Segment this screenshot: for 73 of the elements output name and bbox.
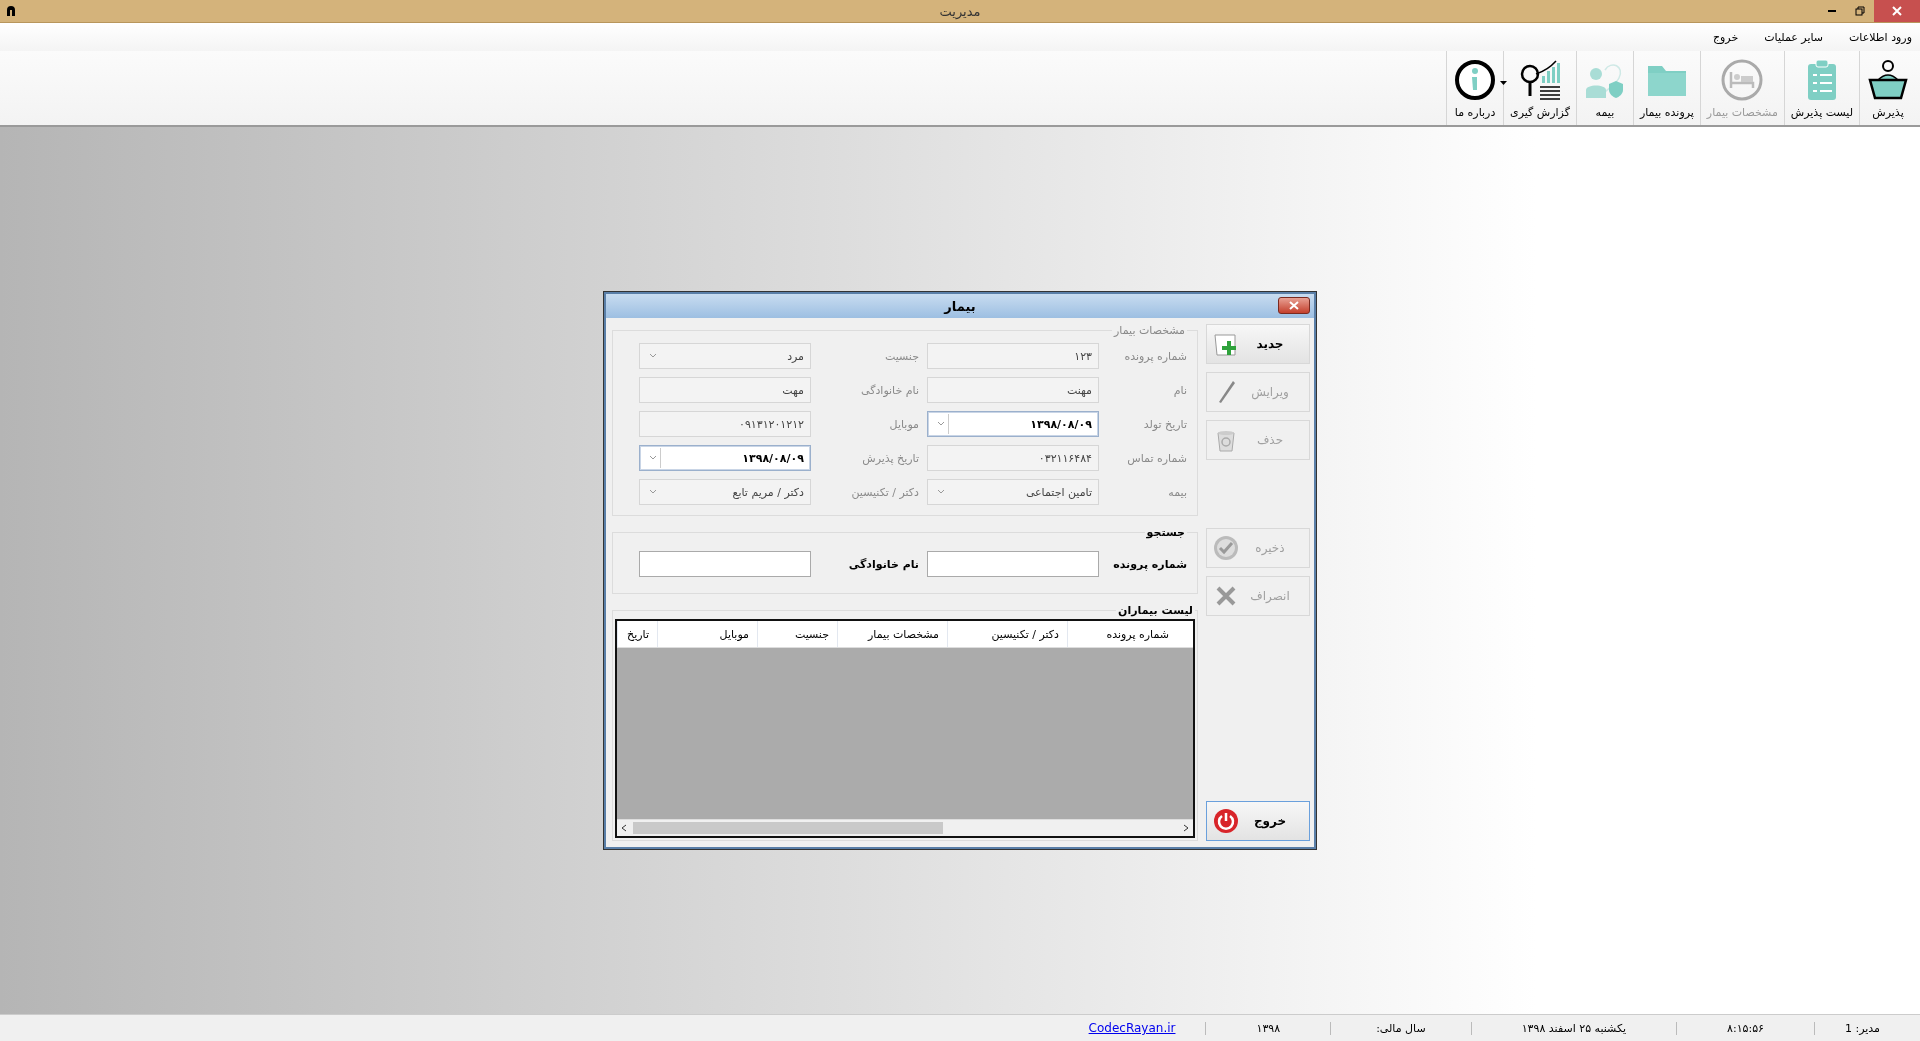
field-label: شماره پرونده <box>1123 349 1187 363</box>
receptionist-icon <box>1866 58 1910 102</box>
field-label: شماره تماس <box>1126 451 1187 465</box>
close-button[interactable] <box>1278 297 1310 314</box>
search-field[interactable] <box>927 551 1099 577</box>
bed-icon <box>1720 58 1765 102</box>
report-magnifier-icon <box>1518 58 1562 102</box>
restore-icon <box>1855 6 1865 16</box>
toolbar-button[interactable]: درباره ما <box>1446 51 1504 125</box>
window-title: مدیریت <box>939 3 981 19</box>
field-label: نام خانوادگی <box>847 557 919 571</box>
text-field[interactable]: ۰۹۱۳۱۲۰۱۲۱۲ <box>639 411 811 437</box>
power-icon <box>1213 808 1239 834</box>
text-field[interactable]: مهنت <box>927 377 1099 403</box>
dropdown-field[interactable]: دکتر / مریم تابع <box>639 479 811 505</box>
menu-item[interactable]: ورود اطلاعات <box>1849 30 1912 44</box>
text-field[interactable]: مهت <box>639 377 811 403</box>
toolbar-button[interactable]: لیست پذیرش <box>1783 51 1859 125</box>
column-header[interactable]: مشخصات بیمار <box>837 621 947 647</box>
action-button[interactable]: خروج <box>1206 801 1310 841</box>
field-label: بیمه <box>1167 485 1187 499</box>
column-header[interactable]: موبایل <box>657 621 757 647</box>
field-label: شماره پرونده <box>1112 557 1187 571</box>
dropdown-field[interactable]: مرد <box>639 343 811 369</box>
text-field[interactable]: ۱۲۳ <box>927 343 1099 369</box>
action-button[interactable]: جدید <box>1206 324 1310 364</box>
date-picker[interactable]: ۱۳۹۸/۰۸/۰۹ <box>927 411 1099 437</box>
field-label: تاریخ تولد <box>1142 417 1187 431</box>
app-icon <box>6 5 16 17</box>
text-field[interactable]: ۰۳۲۱۱۶۴۸۴ <box>927 445 1099 471</box>
dropdown-field[interactable]: تامین اجتماعی <box>927 479 1099 505</box>
field-label: دکتر / تکنیسین <box>850 485 919 499</box>
minimize-icon <box>1828 10 1836 12</box>
website-link[interactable]: CodecRayan.ir <box>1058 1021 1206 1035</box>
scroll-left-icon <box>621 824 627 832</box>
close-icon <box>1289 301 1299 310</box>
caret-icon <box>649 353 657 359</box>
caret-icon <box>649 489 657 495</box>
menu-item[interactable]: خروج <box>1712 30 1739 44</box>
group-legend: جستجو <box>1144 526 1187 539</box>
caret-icon <box>937 421 945 427</box>
menu-item[interactable]: سایر عملیات <box>1764 30 1823 44</box>
field-label: جنسیت <box>883 349 919 363</box>
field-label: تاریخ پذیرش <box>861 451 919 465</box>
column-header[interactable]: شماره پرونده <box>1067 621 1177 647</box>
field-label: نام <box>1172 383 1187 397</box>
add-page-icon <box>1213 331 1239 357</box>
status-text: یکشنبه ۲۵ اسفند ۱۳۹۸ <box>1470 1021 1677 1035</box>
toolbar-button[interactable]: بیمه <box>1575 51 1633 125</box>
check-icon <box>1213 535 1239 561</box>
dialog-title: بیمار <box>944 298 976 314</box>
group-legend: مشخصات بیمار <box>1112 324 1187 337</box>
column-header[interactable]: دکتر / تکنیسین <box>947 621 1067 647</box>
toolbar-button[interactable]: پذیرش <box>1859 51 1916 125</box>
info-icon <box>1453 58 1498 102</box>
caret-icon <box>937 489 945 495</box>
status-text: مدیر: 1 <box>1814 1021 1910 1035</box>
scroll-right-icon <box>1183 824 1189 832</box>
close-icon <box>1892 6 1902 16</box>
status-text: ۱۳۹۸ <box>1205 1021 1331 1035</box>
search-field[interactable] <box>639 551 811 577</box>
toolbar-button[interactable]: گزارش گیری <box>1503 51 1576 125</box>
toolbar-button[interactable]: پرونده بیمار <box>1632 51 1700 125</box>
group-legend: لیست بیماران <box>1116 604 1195 617</box>
column-header[interactable]: تاریخ <box>617 621 657 647</box>
horizontal-scrollbar[interactable] <box>617 819 1193 836</box>
field-label: موبایل <box>888 417 919 431</box>
caret-icon <box>649 455 657 461</box>
field-label: نام خانوادگی <box>860 383 919 397</box>
status-text: ۸:۱۵:۵۶ <box>1676 1021 1814 1035</box>
status-text: سال مالی: <box>1330 1021 1471 1035</box>
date-picker[interactable]: ۱۳۹۸/۰۸/۰۹ <box>639 445 811 471</box>
column-header[interactable]: جنسیت <box>757 621 837 647</box>
